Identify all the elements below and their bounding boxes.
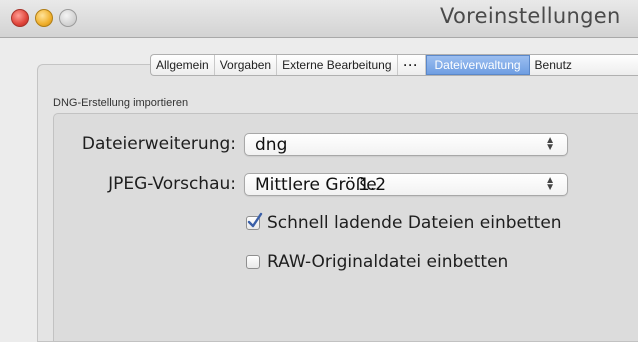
tab-dateiverwaltung[interactable]: Dateiverwaltung [425, 55, 530, 75]
up-down-chevrons-icon: ▲ ▼ [545, 135, 555, 153]
title-bar[interactable]: Voreinstellungen [0, 0, 638, 38]
preferences-window: Voreinstellungen Allgemein Vorgaben Exte… [0, 0, 638, 342]
checkmark-icon [247, 212, 263, 228]
embed-raw-original-checkbox[interactable] [246, 255, 260, 269]
embed-fast-load-label: Schnell ladende Dateien einbetten [267, 213, 562, 233]
tab-bar: Allgemein Vorgaben Externe Bearbeitung ·… [150, 54, 638, 76]
embed-raw-original-label: RAW-Originaldatei einbetten [267, 252, 509, 272]
close-window-button[interactable] [11, 9, 29, 27]
extension-popup[interactable]: dng ▲ ▼ [244, 133, 568, 156]
section-label: DNG-Erstellung importieren [53, 97, 189, 109]
tab-vorgaben[interactable]: Vorgaben [215, 55, 278, 75]
window-title: Voreinstellungen [440, 4, 621, 28]
embed-fast-load-checkbox[interactable] [246, 212, 263, 230]
tab-more[interactable]: ··· [398, 55, 426, 75]
jpeg-preview-popup[interactable]: Mittlere Größe 1.2 ▲ ▼ [244, 173, 568, 196]
zoom-window-button[interactable] [59, 9, 77, 27]
tab-externe-bearbeitung[interactable]: Externe Bearbeitung [277, 55, 398, 75]
extension-value: dng [255, 135, 288, 155]
up-down-chevrons-icon: ▲ ▼ [545, 175, 555, 193]
minimize-window-button[interactable] [35, 9, 53, 27]
extension-label: Dateierweiterung: [81, 134, 236, 154]
tab-allgemein[interactable]: Allgemein [151, 55, 215, 75]
jpeg-preview-label: JPEG-Vorschau: [108, 174, 236, 194]
tab-benutzeroberflaeche[interactable]: Benutz [530, 55, 577, 75]
jpeg-preview-value-overlay: 1.2 [359, 175, 387, 195]
